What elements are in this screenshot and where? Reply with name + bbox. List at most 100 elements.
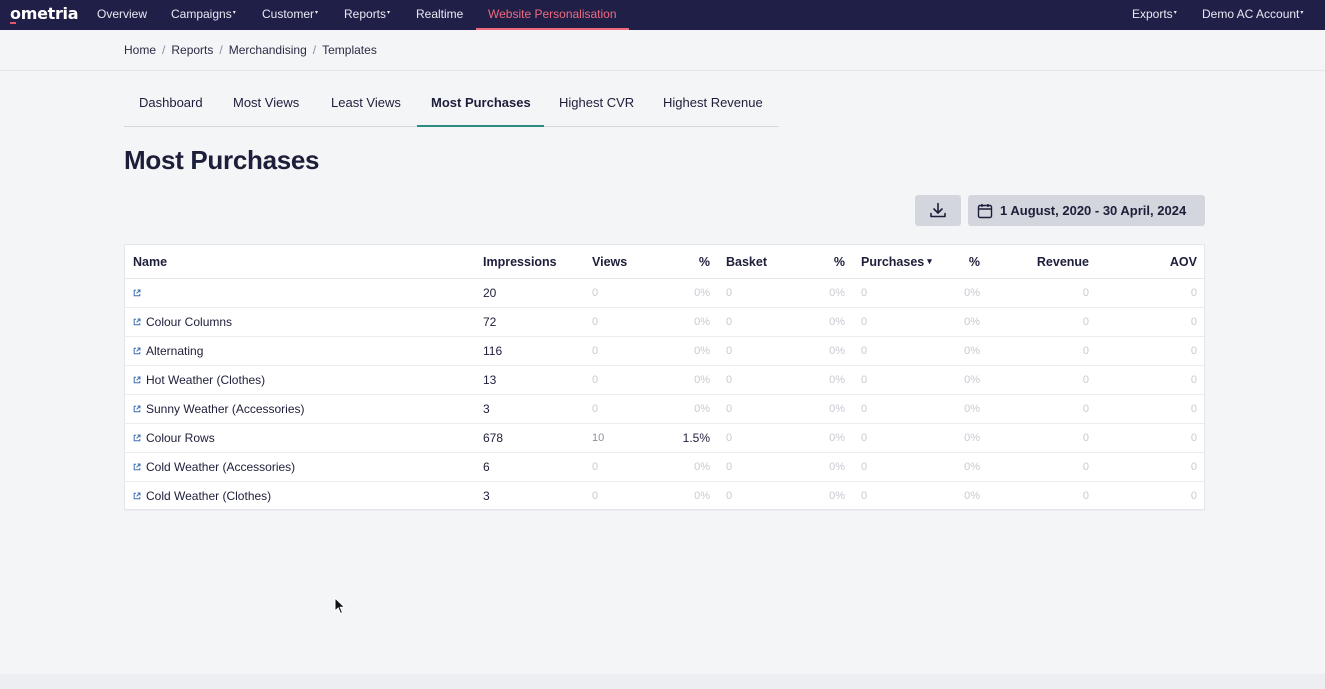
tab-dashboard[interactable]: Dashboard bbox=[139, 95, 203, 110]
cell-aov: 0 bbox=[1190, 287, 1197, 299]
template-name[interactable]: Cold Weather (Accessories) bbox=[146, 460, 295, 474]
cell-impressions: 3 bbox=[483, 402, 490, 416]
cell-aov: 0 bbox=[1190, 316, 1197, 328]
nav-exports[interactable]: Exports▾ bbox=[1132, 0, 1177, 30]
column-header-name[interactable]: Name bbox=[133, 245, 167, 278]
logo-accent bbox=[10, 22, 16, 24]
cell-purchases-pct: 0% bbox=[964, 316, 980, 328]
sort-descending-icon: ▾ bbox=[927, 256, 932, 266]
external-link-icon[interactable] bbox=[133, 489, 141, 503]
cell-impressions: 678 bbox=[483, 431, 504, 445]
external-link-icon[interactable] bbox=[133, 344, 141, 358]
download-button[interactable] bbox=[915, 195, 961, 226]
cell-impressions: 20 bbox=[483, 286, 497, 300]
cell-aov: 0 bbox=[1190, 374, 1197, 386]
tab-highest-cvr[interactable]: Highest CVR bbox=[559, 95, 634, 110]
ometria-logo[interactable]: ometria bbox=[10, 4, 79, 24]
cell-basket-pct: 0% bbox=[829, 490, 845, 502]
tab-highest-revenue[interactable]: Highest Revenue bbox=[663, 95, 763, 110]
external-link-icon[interactable] bbox=[133, 373, 141, 387]
cell-aov: 0 bbox=[1190, 490, 1197, 502]
cell-purchases-pct: 0% bbox=[964, 374, 980, 386]
table-row: Cold Weather (Accessories) 6 0 0% 0 0% 0 0% 0 0 bbox=[125, 453, 1204, 482]
column-header-aov[interactable]: AOV bbox=[1115, 245, 1197, 278]
cell-purchases: 0 bbox=[861, 345, 868, 357]
tab-most-purchases[interactable]: Most Purchases bbox=[431, 95, 531, 110]
column-header-views[interactable]: Views bbox=[592, 245, 627, 278]
cell-purchases-pct: 0% bbox=[964, 432, 980, 444]
tab-most-views[interactable]: Most Views bbox=[233, 95, 299, 110]
nav-label: Reports bbox=[344, 7, 387, 21]
cell-views: 10 bbox=[592, 432, 605, 444]
column-header-purchases-pct[interactable]: % bbox=[935, 245, 980, 278]
cell-views: 0 bbox=[592, 461, 599, 473]
cell-aov: 0 bbox=[1190, 461, 1197, 473]
calendar-icon bbox=[977, 203, 993, 218]
nav-overview[interactable]: Overview bbox=[97, 0, 148, 30]
cell-views-pct: 1.5% bbox=[682, 431, 710, 445]
cell-basket-pct: 0% bbox=[829, 461, 845, 473]
tab-least-views[interactable]: Least Views bbox=[331, 95, 401, 110]
download-icon bbox=[930, 202, 946, 218]
table-row: Hot Weather (Clothes) 13 0 0% 0 0% 0 0% 0 0 bbox=[125, 366, 1204, 395]
column-header-basket[interactable]: Basket bbox=[726, 245, 767, 278]
external-link-icon[interactable] bbox=[133, 402, 141, 416]
cell-revenue: 0 bbox=[1082, 432, 1089, 444]
nav-label: Realtime bbox=[416, 7, 464, 21]
breadcrumb-templates[interactable]: Templates bbox=[322, 43, 377, 57]
nav-label: Demo AC Account bbox=[1202, 7, 1300, 21]
templates-table: Name Impressions Views % Basket % Purcha… bbox=[124, 244, 1205, 511]
breadcrumb-separator: / bbox=[219, 43, 223, 57]
date-range-picker[interactable]: 1 August, 2020 - 30 April, 2024 bbox=[968, 195, 1205, 226]
cell-purchases-pct: 0% bbox=[964, 287, 980, 299]
column-header-revenue[interactable]: Revenue bbox=[1005, 245, 1089, 278]
active-tab-indicator bbox=[417, 125, 544, 127]
table-header-row: Name Impressions Views % Basket % Purcha… bbox=[125, 245, 1204, 279]
chevron-down-icon: ▾ bbox=[1300, 10, 1304, 16]
template-name[interactable]: Colour Rows bbox=[146, 431, 215, 445]
external-link-icon[interactable] bbox=[133, 431, 141, 445]
breadcrumb-home[interactable]: Home bbox=[124, 43, 156, 57]
nav-label: Website Personalisation bbox=[488, 7, 617, 21]
external-link-icon[interactable] bbox=[133, 286, 141, 300]
cell-views-pct: 0% bbox=[694, 345, 710, 357]
cell-revenue: 0 bbox=[1082, 490, 1089, 502]
cell-purchases: 0 bbox=[861, 432, 868, 444]
template-name[interactable]: Alternating bbox=[146, 344, 203, 358]
template-name-cell: Cold Weather (Accessories) bbox=[133, 453, 295, 481]
nav-realtime[interactable]: Realtime bbox=[416, 0, 464, 30]
column-header-purchases-label: Purchases bbox=[861, 254, 925, 269]
template-name-cell: Sunny Weather (Accessories) bbox=[133, 395, 305, 423]
cell-impressions: 116 bbox=[483, 344, 503, 358]
template-name[interactable]: Sunny Weather (Accessories) bbox=[146, 402, 305, 416]
column-header-basket-pct[interactable]: % bbox=[800, 245, 845, 278]
page-footer bbox=[0, 674, 1325, 689]
column-header-views-pct[interactable]: % bbox=[665, 245, 710, 278]
cell-revenue: 0 bbox=[1082, 287, 1089, 299]
cell-purchases: 0 bbox=[861, 287, 868, 299]
external-link-icon[interactable] bbox=[133, 460, 141, 474]
breadcrumb-separator: / bbox=[162, 43, 166, 57]
nav-reports[interactable]: Reports▾ bbox=[344, 0, 390, 30]
cell-basket-pct: 0% bbox=[829, 316, 845, 328]
cell-views-pct: 0% bbox=[694, 287, 710, 299]
template-name-cell: Hot Weather (Clothes) bbox=[133, 366, 265, 394]
template-name[interactable]: Cold Weather (Clothes) bbox=[146, 489, 271, 503]
nav-account-menu[interactable]: Demo AC Account▾ bbox=[1202, 0, 1303, 30]
cell-views: 0 bbox=[592, 490, 599, 502]
nav-campaigns[interactable]: Campaigns▾ bbox=[171, 0, 236, 30]
nav-website-personalisation[interactable]: Website Personalisation bbox=[488, 0, 618, 30]
page-title: Most Purchases bbox=[124, 145, 320, 175]
cell-basket: 0 bbox=[726, 345, 733, 357]
cell-impressions: 13 bbox=[483, 373, 497, 387]
cell-basket-pct: 0% bbox=[829, 432, 845, 444]
breadcrumb-reports[interactable]: Reports bbox=[171, 43, 213, 57]
breadcrumb-merchandising[interactable]: Merchandising bbox=[229, 43, 307, 57]
external-link-icon[interactable] bbox=[133, 315, 141, 329]
nav-customer[interactable]: Customer▾ bbox=[262, 0, 318, 30]
template-name[interactable]: Hot Weather (Clothes) bbox=[146, 373, 265, 387]
column-header-impressions[interactable]: Impressions bbox=[483, 245, 557, 278]
template-name-cell: Colour Columns bbox=[133, 308, 232, 336]
column-header-purchases[interactable]: Purchases ▾ bbox=[861, 245, 932, 278]
template-name[interactable]: Colour Columns bbox=[146, 315, 232, 329]
